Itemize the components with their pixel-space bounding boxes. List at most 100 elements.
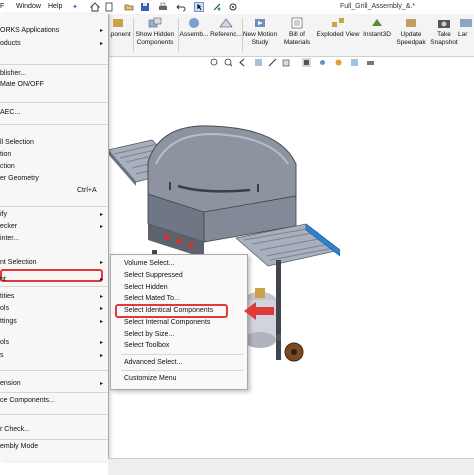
menu-item-other-geometry[interactable]: er Geometry <box>0 174 108 184</box>
menu-separator <box>0 64 108 65</box>
menu-item-tion[interactable]: tion <box>0 150 108 160</box>
menu-item-select-toolbox[interactable]: Select Toolbox <box>124 341 169 351</box>
rebuild-icon[interactable] <box>212 2 222 12</box>
menu-item-nt[interactable]: nt ▸ <box>0 275 108 285</box>
previous-view-icon[interactable] <box>238 58 247 67</box>
apply-scene-icon[interactable] <box>350 58 359 67</box>
new-document-icon[interactable] <box>104 2 114 12</box>
reference-geometry-icon <box>219 18 233 28</box>
ribbon-button-new-motion-study[interactable]: New Motion Study <box>242 16 278 47</box>
menu-item-solidworks-applications[interactable]: ORKS Applications ▸ <box>0 26 108 36</box>
menu-item-replace-components[interactable]: ce Components... <box>0 396 108 406</box>
menu-item-advanced-select[interactable]: Advanced Select... <box>124 358 182 368</box>
menu-item-select-mated-to[interactable]: Select Mated To... <box>124 294 180 304</box>
menu-item-label: AEC... <box>0 109 21 116</box>
menu-item-select-by-size[interactable]: Select by Size... <box>124 330 174 340</box>
menu-item-extension[interactable]: ension ▸ <box>0 379 108 389</box>
save-icon[interactable] <box>140 2 150 12</box>
menu-item-painter[interactable]: inter... <box>0 234 108 244</box>
ribbon-label: Bill of <box>289 31 305 38</box>
menu-item-mate-on-off[interactable]: Mate ON/OFF <box>0 80 108 90</box>
hide-show-items-icon[interactable] <box>318 58 327 67</box>
menu-item-select-all[interactable]: Ctrl+A <box>0 186 108 196</box>
dynamic-annotation-icon[interactable] <box>268 58 277 67</box>
ribbon-button-update-speedpak[interactable]: Update Speedpak <box>394 16 428 47</box>
menu-item-component-selection[interactable]: nt Selection ▸ <box>0 258 108 268</box>
section-view-icon[interactable] <box>254 58 263 67</box>
menu-item-checker[interactable]: ecker ▸ <box>0 222 108 232</box>
menu-item-label: nt Selection <box>0 259 37 266</box>
view-settings-icon[interactable] <box>366 58 375 67</box>
menu-item-publisher[interactable]: blisher... <box>0 69 108 79</box>
ribbon-button-exploded-view[interactable]: Exploded View <box>316 16 360 39</box>
menu-item-label: inter... <box>0 235 20 242</box>
edit-appearance-icon[interactable] <box>334 58 343 67</box>
menu-item-s[interactable]: s ▸ <box>0 351 108 361</box>
exploded-view-icon <box>332 18 344 27</box>
menu-item-label: ify <box>0 211 7 218</box>
menu-window[interactable]: Window <box>16 3 41 10</box>
submenu-arrow-icon: ▸ <box>100 340 104 346</box>
command-manager-ribbon: ...ponent Show Hidden Components Assemb.… <box>105 14 474 57</box>
ribbon-button-reference-geometry[interactable]: Referenc... <box>208 16 244 39</box>
menu-file-partial[interactable]: F <box>0 3 4 10</box>
submenu-arrow-icon: ▸ <box>100 294 104 300</box>
menu-item-assembly-mode[interactable]: embly Mode <box>0 442 108 452</box>
ribbon-button-large-design-review[interactable]: Lar <box>458 16 474 39</box>
menu-item-select-hidden[interactable]: Select Hidden <box>124 283 168 293</box>
ribbon-label: Assemb... <box>179 31 209 38</box>
menu-item-verify[interactable]: ify ▸ <box>0 210 108 220</box>
menu-item-fill-selection[interactable]: ll Selection <box>0 138 108 148</box>
print-icon[interactable] <box>158 2 168 12</box>
menu-item-tools-2[interactable]: ols ▸ <box>0 338 108 348</box>
ribbon-button-show-hidden-components[interactable]: Show Hidden Components <box>134 16 176 47</box>
menu-item-label: ecker <box>0 223 18 230</box>
tools-menu: ORKS Applications ▸ oducts ▸ blisher... Ma… <box>0 14 109 461</box>
ribbon-button-instant3d[interactable]: Instant3D <box>360 16 394 39</box>
menu-item-label: ce Components... <box>0 397 55 404</box>
menu-item-label: tities <box>0 293 15 300</box>
menu-item-select-internal-components[interactable]: Select Internal Components <box>124 318 210 328</box>
menu-item-label: ension <box>0 380 21 387</box>
zoom-to-fit-icon[interactable] <box>210 58 219 67</box>
menu-help[interactable]: Help <box>48 3 62 10</box>
menu-item-volume-select[interactable]: Volume Select... <box>124 259 175 269</box>
ribbon-label: New Motion <box>242 31 278 38</box>
ribbon-button-bill-of-materials[interactable]: Bill of Materials <box>280 16 314 47</box>
menu-separator <box>0 439 108 440</box>
menu-separator <box>0 414 108 415</box>
menu-separator <box>0 392 108 393</box>
menu-item-interference-check[interactable]: r Check... <box>0 425 108 435</box>
view-orientation-icon[interactable] <box>282 58 291 67</box>
ribbon-button-take-snapshot[interactable]: Take Snapshot <box>428 16 460 47</box>
camera-icon <box>438 20 450 28</box>
pin-icon[interactable]: ✦ <box>72 3 78 11</box>
submenu-arrow-icon: ▸ <box>100 260 104 266</box>
menu-item-label: r Check... <box>0 426 30 433</box>
menu-item-label: ction <box>0 163 15 170</box>
menu-item-label: Mate ON/OFF <box>0 81 44 88</box>
ribbon-label: Take <box>437 31 451 38</box>
display-style-icon[interactable] <box>302 58 311 67</box>
menu-item-select-suppressed[interactable]: Select Suppressed <box>124 271 183 281</box>
menu-item-label: embly Mode <box>0 443 39 450</box>
ribbon-button-assembly-features[interactable]: Assemb... <box>178 16 210 39</box>
menu-item-aec[interactable]: AEC... <box>0 108 108 118</box>
undo-icon[interactable] <box>176 2 186 12</box>
menu-item-utilities[interactable]: tities ▸ <box>0 292 108 302</box>
options-gear-icon[interactable] <box>228 2 238 12</box>
menu-item-products[interactable]: oducts ▸ <box>0 39 108 49</box>
menu-item-select-identical-components[interactable]: Select Identical Components <box>124 306 213 316</box>
menu-item-settings[interactable]: ttings ▸ <box>0 317 108 327</box>
select-cursor-icon[interactable] <box>194 2 204 12</box>
menu-separator <box>121 354 243 355</box>
open-folder-icon[interactable] <box>124 2 134 12</box>
menu-item-customize-menu[interactable]: Customize Menu <box>124 374 177 384</box>
home-icon[interactable] <box>90 2 100 12</box>
menu-item-tools[interactable]: ols ▸ <box>0 304 108 314</box>
menu-item-ction[interactable]: ction <box>0 162 108 172</box>
zoom-area-icon[interactable] <box>224 58 233 67</box>
menu-separator <box>121 370 243 371</box>
bill-of-materials-icon <box>291 17 303 29</box>
menu-separator <box>0 370 108 371</box>
